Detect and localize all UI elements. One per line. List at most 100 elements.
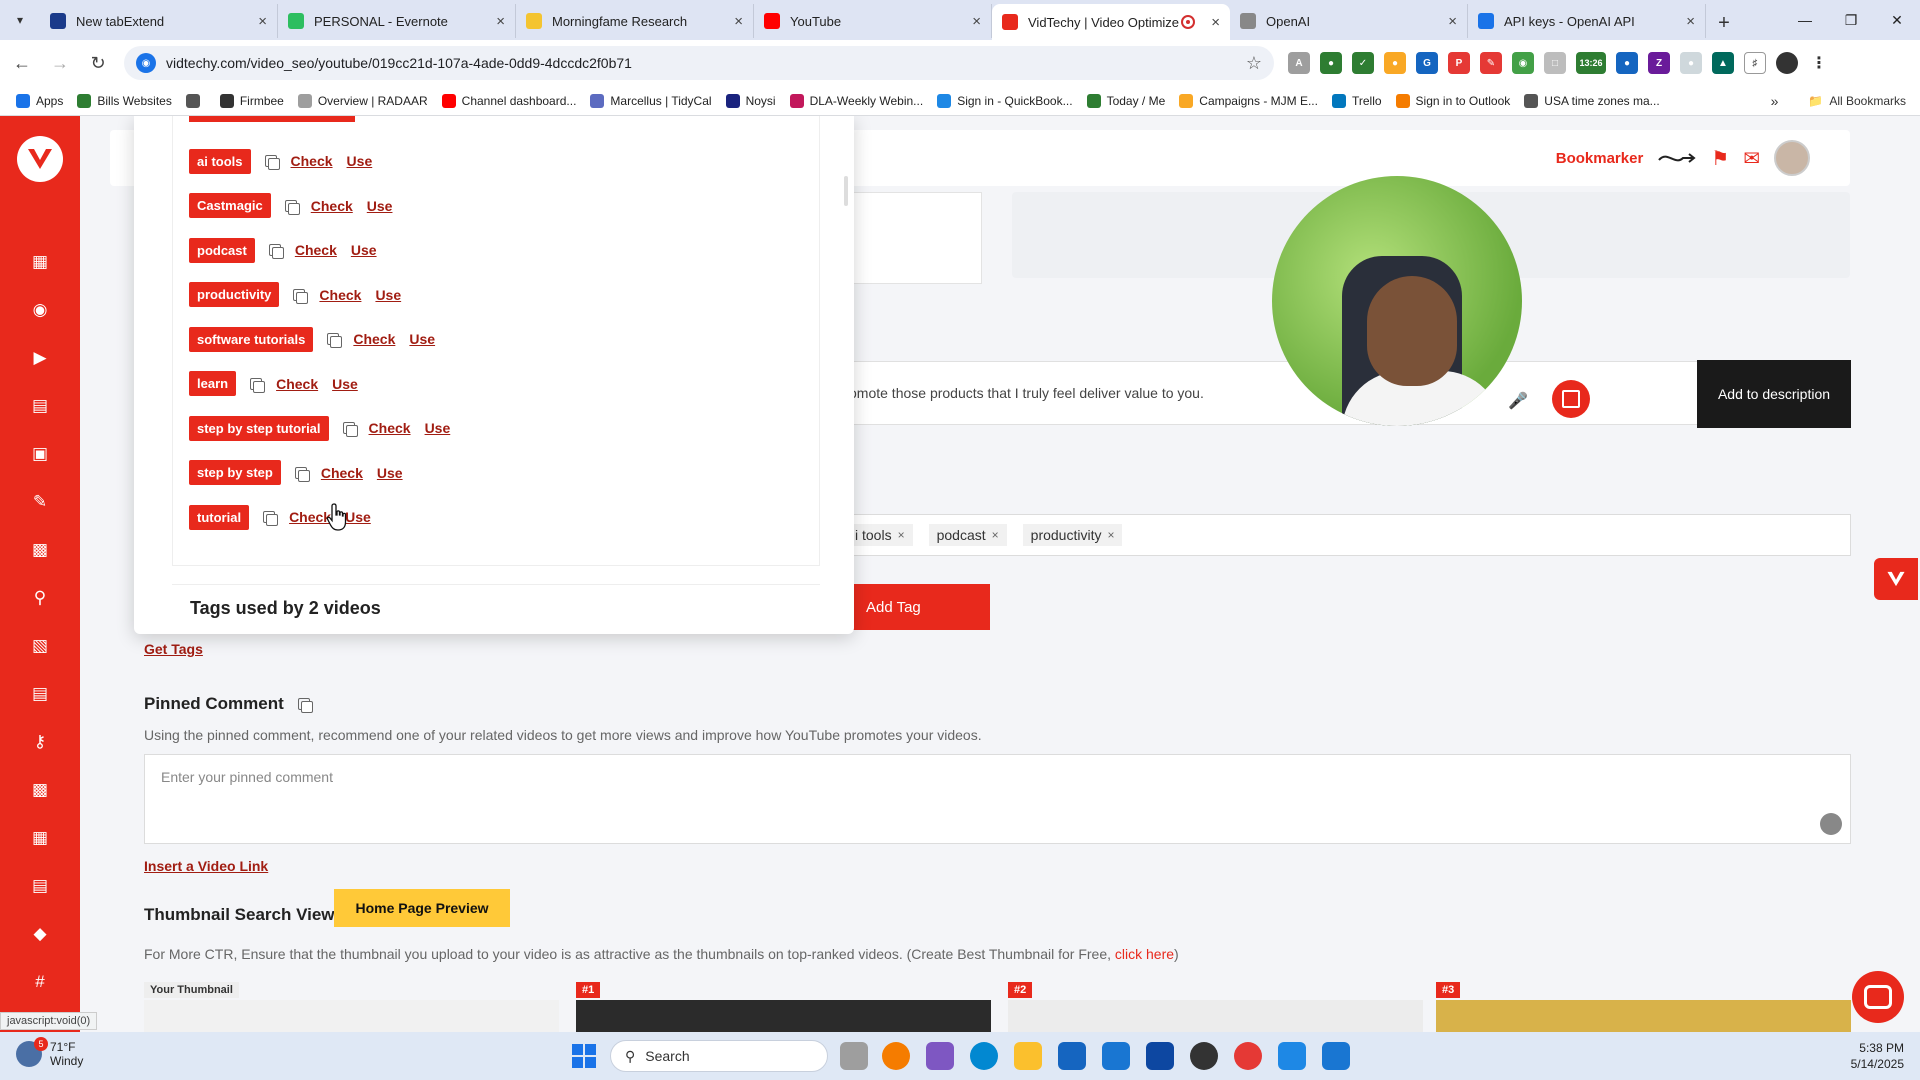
extension-icon[interactable]: ◉: [1512, 52, 1534, 74]
tab-search-button[interactable]: ▾: [0, 0, 40, 40]
bookmark-item[interactable]: [185, 93, 206, 108]
ranked-thumbnail[interactable]: [576, 1000, 991, 1032]
close-window-button[interactable]: ✕: [1874, 0, 1920, 40]
bookmark-item[interactable]: Today / Me: [1086, 93, 1165, 108]
browser-tab[interactable]: API keys - OpenAI API ×: [1468, 4, 1706, 38]
planner-icon[interactable]: ▦: [28, 826, 52, 850]
bookmark-star-icon[interactable]: ☆: [1246, 53, 1262, 74]
weather-widget[interactable]: 5 71°F Windy: [16, 1037, 83, 1068]
bookmark-item[interactable]: Apps: [16, 93, 63, 108]
outlook-icon[interactable]: [1058, 1042, 1086, 1070]
camera-icon[interactable]: ◉: [28, 298, 52, 322]
browser-tab[interactable]: VidTechy | Video Optimize ×: [992, 4, 1230, 40]
ranked-thumbnail[interactable]: [1008, 1000, 1423, 1032]
check-tag-link[interactable]: Check: [369, 420, 411, 436]
extension-icon[interactable]: ▲: [1712, 52, 1734, 74]
browser-tab[interactable]: PERSONAL - Evernote ×: [278, 4, 516, 38]
report-icon[interactable]: ▧: [28, 634, 52, 658]
system-clock[interactable]: 5:38 PM 5/14/2025: [1851, 1040, 1904, 1072]
record-stop-button[interactable]: [1552, 380, 1590, 418]
close-tab-icon[interactable]: ×: [972, 13, 981, 30]
copy-icon[interactable]: [250, 377, 266, 393]
check-tag-link[interactable]: Check: [321, 465, 363, 481]
add-tag-button[interactable]: Add Tag: [840, 584, 990, 630]
extension-icon[interactable]: A: [1288, 52, 1310, 74]
dropdown-scrollbar[interactable]: [844, 176, 848, 206]
use-tag-link[interactable]: Use: [377, 465, 403, 481]
remove-tag-icon[interactable]: ×: [898, 528, 905, 542]
copy-icon[interactable]: [294, 466, 310, 482]
store-icon[interactable]: [1102, 1042, 1130, 1070]
check-tag-link[interactable]: Check: [276, 376, 318, 392]
check-tag-link[interactable]: Check: [319, 287, 361, 303]
edit-icon[interactable]: ✎: [28, 490, 52, 514]
timer-extension-icon[interactable]: 13:26: [1576, 52, 1606, 74]
document-icon[interactable]: ▤: [28, 394, 52, 418]
click-here-link[interactable]: click here: [1115, 946, 1174, 962]
copy-icon[interactable]: [268, 244, 284, 259]
file-explorer-icon[interactable]: [1014, 1042, 1042, 1070]
address-bar[interactable]: ◉ vidtechy.com/video_seo/youtube/019cc21…: [124, 46, 1274, 80]
bookmark-item[interactable]: Campaigns - MJM E...: [1179, 93, 1318, 108]
check-tag-link[interactable]: Check: [289, 509, 331, 525]
close-tab-icon[interactable]: ×: [1211, 14, 1220, 31]
copy-icon[interactable]: [264, 155, 280, 170]
use-tag-link[interactable]: Use: [332, 376, 358, 392]
profile-avatar[interactable]: [1776, 52, 1798, 74]
all-bookmarks[interactable]: » 📁 All Bookmarks: [1771, 86, 1906, 116]
mail-icon[interactable]: [1146, 1042, 1174, 1070]
use-tag-link[interactable]: Use: [347, 153, 373, 169]
close-tab-icon[interactable]: ×: [1448, 13, 1457, 30]
bookmark-item[interactable]: Noysi: [725, 93, 776, 108]
copy-icon[interactable]: [297, 698, 313, 713]
hashtag-icon[interactable]: #: [28, 970, 52, 994]
app-icon[interactable]: [1322, 1042, 1350, 1070]
copy-icon[interactable]: [284, 199, 300, 215]
bookmark-item[interactable]: Sign in - QuickBook...: [937, 93, 1073, 108]
key-icon[interactable]: ⚷: [28, 730, 52, 754]
browser-menu-icon[interactable]: ⋮: [1808, 52, 1830, 74]
copy-icon[interactable]: [263, 511, 279, 526]
taskbar-search[interactable]: ⚲ Search: [610, 1040, 828, 1072]
bar-chart-icon[interactable]: ▩: [28, 778, 52, 802]
tag-icon[interactable]: ◆: [28, 922, 52, 946]
close-tab-icon[interactable]: ×: [734, 13, 743, 30]
user-avatar[interactable]: [1774, 140, 1810, 176]
browser-tab[interactable]: OpenAI ×: [1230, 4, 1468, 38]
copy-icon[interactable]: [327, 333, 343, 348]
inbox-icon[interactable]: ✉: [1743, 146, 1760, 171]
add-to-description-button[interactable]: Add to description: [1697, 360, 1851, 428]
home-page-preview-button[interactable]: Home Page Preview: [334, 889, 510, 927]
use-tag-link[interactable]: Use: [351, 242, 377, 258]
browser-tab[interactable]: Morningfame Research ×: [516, 4, 754, 38]
notes-icon[interactable]: ▤: [28, 682, 52, 706]
dell-icon[interactable]: [1190, 1042, 1218, 1070]
check-tag-link[interactable]: Check: [353, 331, 395, 347]
support-chat-button[interactable]: [1852, 971, 1904, 1023]
bookmarker-widget[interactable]: Bookmarker ⚑ ✉: [1556, 130, 1810, 186]
remove-tag-icon[interactable]: ×: [1107, 528, 1114, 542]
messenger-icon[interactable]: [1278, 1042, 1306, 1070]
edge-icon[interactable]: [970, 1042, 998, 1070]
bookmark-item[interactable]: Firmbee: [219, 93, 284, 108]
calendar-icon[interactable]: ▣: [28, 442, 52, 466]
analytics-icon[interactable]: ▩: [28, 538, 52, 562]
browser-tab[interactable]: New tabExtend ×: [40, 4, 278, 38]
extension-icon[interactable]: G: [1416, 52, 1438, 74]
extension-icon[interactable]: Z: [1648, 52, 1670, 74]
extension-icon[interactable]: ●: [1680, 52, 1702, 74]
puzzle-extensions-icon[interactable]: ♯: [1744, 52, 1766, 74]
extension-icon[interactable]: □: [1544, 52, 1566, 74]
copy-icon[interactable]: [293, 288, 309, 304]
vidtechy-floating-button[interactable]: [1874, 558, 1918, 600]
vidtechy-logo[interactable]: [17, 136, 63, 182]
extension-icon[interactable]: P: [1448, 52, 1470, 74]
forward-button[interactable]: →: [44, 47, 76, 79]
emoji-icon[interactable]: [1820, 813, 1842, 835]
use-tag-link[interactable]: Use: [425, 420, 451, 436]
bookmark-item[interactable]: Bills Websites: [77, 93, 172, 108]
bookmark-item[interactable]: Overview | RADAAR: [297, 93, 428, 108]
copilot-icon[interactable]: [926, 1042, 954, 1070]
extension-icon[interactable]: ●: [1384, 52, 1406, 74]
use-tag-link[interactable]: Use: [367, 198, 393, 214]
